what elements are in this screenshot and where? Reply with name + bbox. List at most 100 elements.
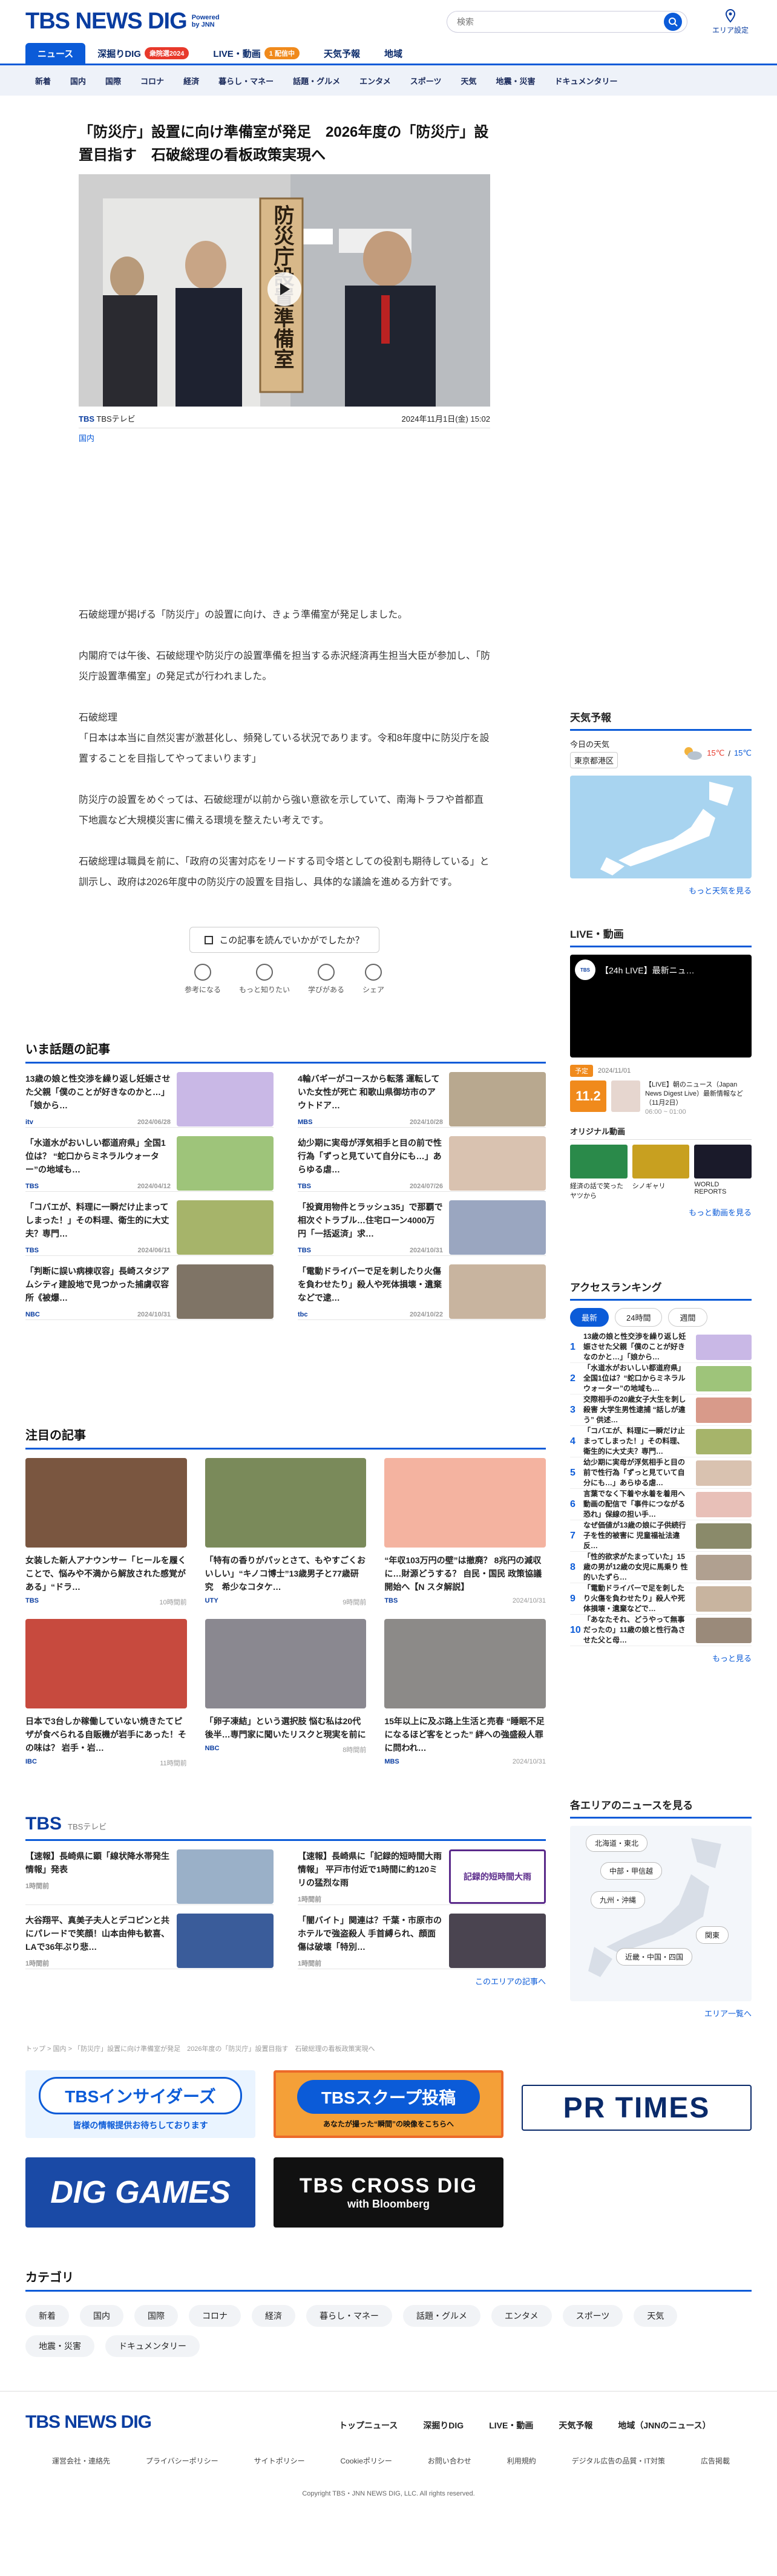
sub-nav-item[interactable]: 経済 (174, 75, 209, 87)
category-chip[interactable]: 暮らし・マネー (306, 2305, 392, 2327)
sub-nav-item[interactable]: スポーツ (401, 75, 451, 87)
reaction-button[interactable]: シェア (362, 964, 384, 995)
article-category[interactable]: 国内 (79, 432, 490, 443)
scoop-banner[interactable]: TBSスクープ投稿 あなたが撮った“瞬間”の映像をこちらへ (274, 2070, 503, 2138)
ranking-tab[interactable]: 24時間 (615, 1308, 663, 1327)
category-chip[interactable]: 経済 (252, 2305, 295, 2327)
nav-item-1[interactable]: 深掘りDIG 衆院選2024 (85, 43, 201, 64)
sub-nav-item[interactable]: 国際 (96, 75, 131, 87)
nav-item-0[interactable]: ニュース (25, 43, 86, 64)
trending-item[interactable]: 「電動ドライバーで足を刺したり火傷を負わせたり」殺人や死体損壊・遺棄などで逮… t… (298, 1256, 546, 1320)
nav-item-4[interactable]: 地域 (372, 43, 415, 64)
ranking-item[interactable]: 10 「あなたそれ、どうやって無事だったの」11歳の娘と性行為させた父と母… (570, 1615, 752, 1646)
tbs-item[interactable]: 【速報】長崎県に顕「線状降水帯発生情報」発表 1時間前 (25, 1841, 274, 1905)
live-schedule-item[interactable]: 11.2 【LIVE】朝のニュース（Japan News Digest Live… (570, 1080, 752, 1117)
sub-nav-item[interactable]: 地震・災害 (487, 75, 545, 87)
weather-location[interactable]: 東京都港区 (570, 752, 618, 768)
featured-card[interactable]: “年収103万円の壁”は撤廃？ 8兆円の減収に…財源どうする？ 自民・国民 政策… (384, 1458, 546, 1607)
footer-nav-item[interactable]: 深掘りDIG (423, 2419, 464, 2431)
ranking-item[interactable]: 1 13歳の娘と性交渉を繰り返し妊娠させた父親「僕のことが好きなのかと…」「娘から… (570, 1332, 752, 1363)
footer-link[interactable]: お問い合わせ (428, 2456, 471, 2466)
ranking-item[interactable]: 8 「性的欲求がたまっていた」15歳の男が12歳の女児に馬乗り 性的いたずら… (570, 1552, 752, 1583)
weather-more-link[interactable]: もっと天気を見る (570, 884, 752, 896)
category-chip[interactable]: 国内 (80, 2305, 123, 2327)
ranking-tab[interactable]: 週間 (668, 1308, 707, 1327)
category-chip[interactable]: 地震・災害 (25, 2335, 94, 2357)
area-map[interactable] (570, 1826, 752, 2001)
footer-link[interactable]: サイトポリシー (254, 2456, 305, 2466)
play-button[interactable] (267, 272, 301, 306)
nav-item-2[interactable]: LIVE・動画 1 配信中 (201, 43, 312, 64)
search-button[interactable] (664, 13, 682, 31)
ranking-more-link[interactable]: もっと見る (570, 1652, 752, 1664)
trending-item[interactable]: 「投資用物件とラッシュ35」で那覇で相次ぐトラブル…住宅ローン4000万円「一括… (298, 1192, 546, 1256)
ranking-tab[interactable]: 最新 (570, 1308, 609, 1327)
crossdig-banner[interactable]: TBS CROSS DIG with Bloomberg (274, 2157, 503, 2228)
ranking-item[interactable]: 3 交際相手の20歳女子大生を刺し殺害 大学生男性逮捕 “話しが違う” 供述… (570, 1394, 752, 1426)
tbs-item[interactable]: 「闇バイト」関連は？千葉・市原市のホテルで強盗殺人 手首縛られ、顔面傷は破壊「特… (298, 1905, 546, 1969)
footer-link[interactable]: デジタル広告の品質・IT対策 (572, 2456, 665, 2466)
tbs-item[interactable]: 【速報】長崎県に「記録的短時間大雨情報」 平戸市付近で1時間に約120ミリの猛烈… (298, 1841, 546, 1905)
live-video[interactable]: TBS 【24h LIVE】最新ニュ… (570, 955, 752, 1058)
area-button-2[interactable]: 九州・沖縄 (591, 1891, 646, 1909)
sub-nav-item[interactable]: ドキュメンタリー (545, 75, 628, 87)
area-button-1[interactable]: 中部・甲信越 (600, 1862, 663, 1880)
ranking-item[interactable]: 6 言葉でなく下着や水着を着用へ 動画の配信で「事件につながる恐れ」保線の担い手… (570, 1489, 752, 1520)
category-chip[interactable]: コロナ (189, 2305, 241, 2327)
sub-nav-item[interactable]: コロナ (131, 75, 174, 87)
original-video[interactable]: 経済の話で笑ったヤツから (570, 1145, 628, 1200)
trending-item[interactable]: 13歳の娘と性交渉を繰り返し妊娠させた父親「僕のことが好きなのかと…」「娘から…… (25, 1064, 274, 1128)
ranking-item[interactable]: 5 幼少期に実母が浮気相手と目の前で性行為「ずっと見ていて自分にも…」あらゆる虐… (570, 1457, 752, 1489)
footer-nav-item[interactable]: 地域（JNNのニュース） (618, 2419, 710, 2431)
sub-nav-item[interactable]: 国内 (61, 75, 96, 87)
footer-link[interactable]: 運営会社・連絡先 (52, 2456, 110, 2466)
footer-nav-item[interactable]: 天気予報 (559, 2419, 592, 2431)
trending-item[interactable]: 幼少期に実母が浮気相手と目の前で性行為「ずっと見ていて自分にも…」あらゆる虐… T… (298, 1128, 546, 1192)
category-chip[interactable]: スポーツ (562, 2305, 623, 2327)
insiders-banner[interactable]: TBSインサイダーズ 皆様の情報提供お待ちしております (25, 2070, 255, 2138)
area-more-link[interactable]: エリア一覧へ (570, 2007, 752, 2019)
footer-link[interactable]: 利用規約 (507, 2456, 536, 2466)
tbs-item[interactable]: 大谷翔平、真美子夫人とデコピンと共にパレードで笑顔！山本由伸も歓喜、LAで36年… (25, 1905, 274, 1969)
footer-link[interactable]: プライバシーポリシー (146, 2456, 218, 2466)
area-button-0[interactable]: 北海道・東北 (586, 1834, 648, 1852)
original-video[interactable]: WORLD REPORTS (694, 1145, 752, 1200)
featured-card[interactable]: 「卵子凍結」という選択肢 悩む私は20代後半…専門家に聞いたリスクと現実を前に N… (205, 1619, 367, 1768)
category-chip[interactable]: 天気 (634, 2305, 678, 2327)
original-video[interactable]: シノギャリ (632, 1145, 690, 1200)
featured-card[interactable]: 女装した新人アナウンサー「ヒールを履くことで、悩みや不満から解放された感覚がある… (25, 1458, 187, 1607)
featured-card[interactable]: 日本で3台しか稼働していない焼きたてピザが食べられる自販機が岩手にあった！その味… (25, 1619, 187, 1768)
reaction-button[interactable]: 学びがある (308, 964, 344, 995)
reaction-button[interactable]: もっと知りたい (239, 964, 290, 995)
prtimes-banner[interactable]: PR TIMES (522, 2085, 752, 2131)
sub-nav-item[interactable]: 話題・グルメ (283, 75, 350, 87)
nav-item-3[interactable]: 天気予報 (312, 43, 372, 64)
feedback-question[interactable]: この記事を読んでいかがでしたか？ (189, 927, 379, 953)
reaction-button[interactable]: 参考になる (185, 964, 221, 995)
footer-logo[interactable]: TBS NEWS DIG (25, 2412, 152, 2433)
ranking-item[interactable]: 7 なぜ価値が13歳の娘に子供続行 子を性的被害に 児童福祉法違反… (570, 1520, 752, 1552)
trending-item[interactable]: 「水道水がおいしい都道府県」全国1位は？ “蛇口からミネラルウォーター”の地域も… (25, 1128, 274, 1192)
category-chip[interactable]: 新着 (25, 2305, 69, 2327)
featured-card[interactable]: 「特有の香りがパッとさて、もやすごくおいしい」“キノコ博士”13歳男子と77歳研… (205, 1458, 367, 1607)
article-video[interactable]: 防災庁設置準備室 (79, 174, 490, 407)
trending-item[interactable]: 「コバエが、料理に一瞬だけ止まってしまった！」その料理、衛生的に大丈夫？専門… T… (25, 1192, 274, 1256)
tbs-more-link[interactable]: このエリアの記事へ (25, 1975, 546, 1987)
weather-map[interactable] (570, 776, 752, 878)
trending-item[interactable]: 4輪バギーがコースから転落 運転していた女性が死亡 和歌山県御坊市のアウトドア…… (298, 1064, 546, 1128)
site-logo[interactable]: TBS NEWS DIG (25, 8, 188, 34)
area-button-4[interactable]: 近畿・中国・四国 (616, 1948, 693, 1966)
ranking-item[interactable]: 2 「水道水がおいしい都道府県」全国1位は？“蛇口からミネラルウォーター”の地域も… (570, 1363, 752, 1394)
category-chip[interactable]: エンタメ (491, 2305, 552, 2327)
dig-games-banner[interactable]: DIG GAMES (25, 2157, 255, 2228)
search-input[interactable] (457, 17, 664, 27)
area-setting-button[interactable]: エリア設定 (709, 8, 752, 35)
featured-card[interactable]: 15年以上に及ぶ路上生活と売春 “睡眠不足になるほど客をとった” 絆への強盛殺人… (384, 1619, 546, 1768)
footer-link[interactable]: Cookieポリシー (341, 2456, 392, 2466)
sub-nav-item[interactable]: エンタメ (350, 75, 401, 87)
sub-nav-item[interactable]: 新着 (25, 75, 61, 87)
area-button-3[interactable]: 関東 (696, 1926, 729, 1944)
sub-nav-item[interactable]: 天気 (451, 75, 486, 87)
live-more-link[interactable]: もっと動画を見る (570, 1206, 752, 1218)
breadcrumb[interactable]: トップ > 国内 > 「防災庁」設置に向け準備室が発足 2026年度の「防災庁」… (25, 2044, 375, 2053)
